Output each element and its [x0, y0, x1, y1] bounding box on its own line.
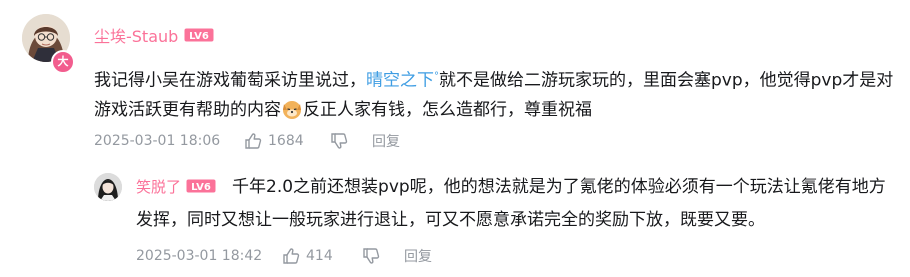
- reply-username[interactable]: 笑脱了: [136, 178, 181, 196]
- comment-text: 我记得小吴在游戏葡萄采访里说过，晴空之下°就不是做给二游玩家玩的，里面会塞pvp…: [94, 62, 894, 125]
- dog-emoji-icon: [283, 100, 301, 119]
- like-count: 1684: [268, 133, 304, 149]
- comment-meta: 2025-03-01 18:06 1684 回复: [94, 129, 400, 153]
- reply-timestamp: 2025-03-01 18:42: [136, 248, 263, 264]
- reply-like-button[interactable]: 414: [282, 247, 354, 265]
- comment-text-part1: 我记得小吴在游戏葡萄采访里说过，: [94, 70, 366, 91]
- thumbs-down-icon[interactable]: [330, 132, 348, 150]
- reply-reply-button[interactable]: 回复: [404, 246, 432, 266]
- thumbs-down-icon[interactable]: [362, 247, 380, 265]
- comment-text-part3: 反正人家有钱，怎么造都行，尊重祝福: [303, 99, 592, 120]
- level-badge-icon: LV6: [184, 28, 214, 42]
- reply-text: 千年2.0之前还想装pvp呢，他的想法就是为了氪佬的体验必须有一个玩法让氪佬有地…: [136, 177, 886, 230]
- reply-like-count: 414: [306, 248, 333, 264]
- reply-meta: 2025-03-01 18:42 414 回复: [136, 244, 432, 268]
- thumbs-up-icon: [245, 133, 262, 149]
- sub-avatar[interactable]: [94, 173, 122, 201]
- user-row: 尘埃-Staub LV6: [94, 24, 214, 46]
- reply-level-text: LV6: [191, 182, 211, 193]
- level-text: LV6: [189, 31, 209, 42]
- timestamp: 2025-03-01 18:06: [94, 133, 221, 149]
- thumbs-up-icon: [283, 248, 300, 264]
- sub-avatar-image: [94, 173, 122, 201]
- reply-button[interactable]: 回复: [372, 131, 400, 151]
- avatar-vip-badge: 大: [51, 50, 75, 74]
- username[interactable]: 尘埃-Staub: [94, 23, 178, 47]
- level-badge-icon: LV6: [186, 179, 216, 193]
- mention-link[interactable]: 晴空之下: [366, 71, 434, 91]
- like-button[interactable]: 1684: [244, 132, 322, 150]
- reply-comment: 笑脱了 LV6 千年2.0之前还想装pvp呢，他的想法就是为了氪佬的体验必须有一…: [136, 171, 896, 237]
